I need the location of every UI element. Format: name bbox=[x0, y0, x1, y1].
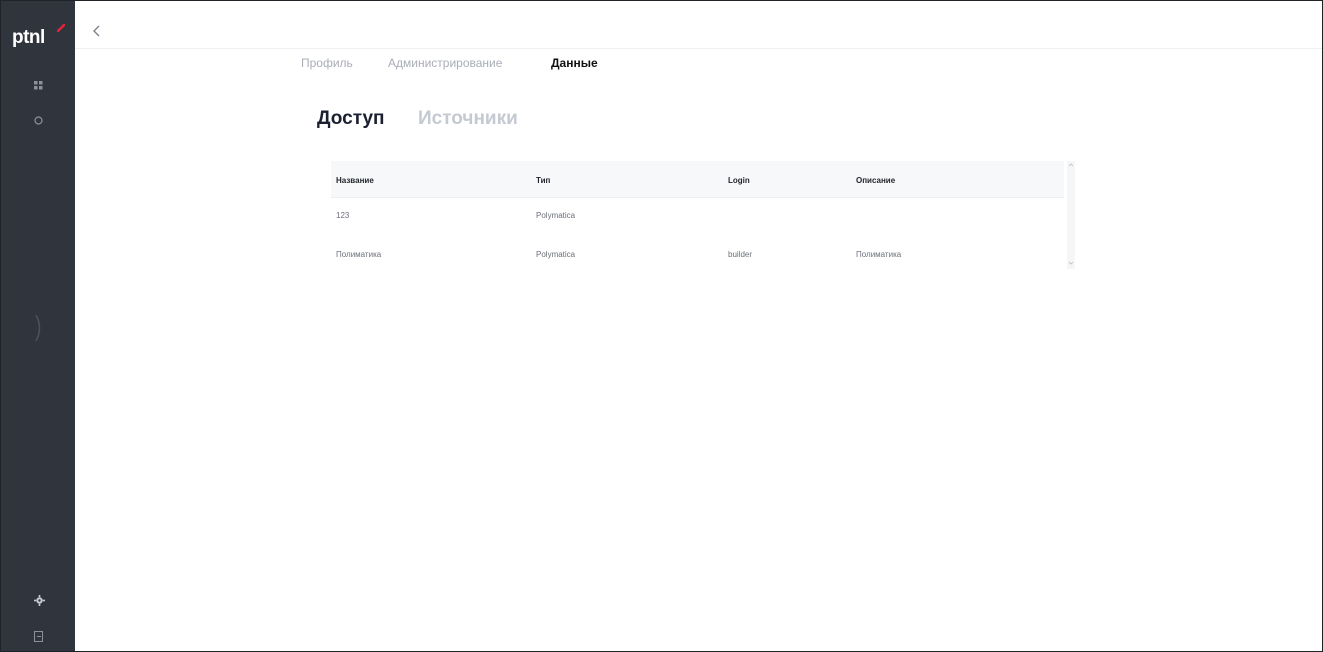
tab-administration[interactable]: Администрирование bbox=[388, 56, 502, 70]
cell-login: builder bbox=[728, 250, 753, 259]
logo-accent-icon bbox=[57, 24, 65, 32]
table-scrollbar[interactable] bbox=[1067, 161, 1075, 269]
column-header-type[interactable]: Тип bbox=[536, 176, 550, 185]
column-header-name[interactable]: Название bbox=[336, 176, 374, 185]
tab-data[interactable]: Данные bbox=[551, 56, 598, 70]
circle-icon[interactable] bbox=[34, 116, 43, 128]
exit-icon[interactable] bbox=[34, 629, 44, 647]
table-row[interactable]: 123 Polymatica bbox=[331, 197, 1064, 233]
table-row[interactable]: Полиматика Polymatica builder Полиматика bbox=[331, 233, 1064, 269]
collapse-arrow-icon[interactable] bbox=[34, 313, 44, 348]
chevron-left-icon bbox=[93, 25, 100, 37]
column-header-description[interactable]: Описание bbox=[856, 176, 895, 185]
logo: ptnl bbox=[12, 27, 45, 48]
sidebar: ptnl bbox=[1, 1, 75, 651]
table-header: Название Тип Login Описание bbox=[331, 161, 1064, 198]
back-button[interactable] bbox=[92, 24, 102, 43]
cell-name: Полиматика bbox=[336, 250, 382, 259]
scroll-up-icon[interactable] bbox=[1069, 163, 1073, 167]
cell-type: Polymatica bbox=[536, 211, 576, 220]
cell-name: 123 bbox=[336, 211, 350, 220]
header-divider bbox=[75, 48, 1322, 49]
cell-type: Polymatica bbox=[536, 250, 576, 259]
tab-profile[interactable]: Профиль bbox=[301, 56, 353, 70]
app-frame: ptnl Профиль Администрирование Данные До… bbox=[0, 0, 1323, 652]
subtab-access[interactable]: Доступ bbox=[317, 108, 385, 130]
gear-icon[interactable] bbox=[34, 595, 45, 608]
subtab-sources[interactable]: Источники bbox=[418, 108, 518, 130]
column-header-login[interactable]: Login bbox=[728, 176, 750, 185]
scroll-down-icon[interactable] bbox=[1069, 261, 1073, 265]
grid-icon[interactable] bbox=[34, 81, 43, 93]
access-table: Название Тип Login Описание 123 Polymati… bbox=[331, 161, 1064, 269]
cell-description: Полиматика bbox=[856, 250, 902, 259]
